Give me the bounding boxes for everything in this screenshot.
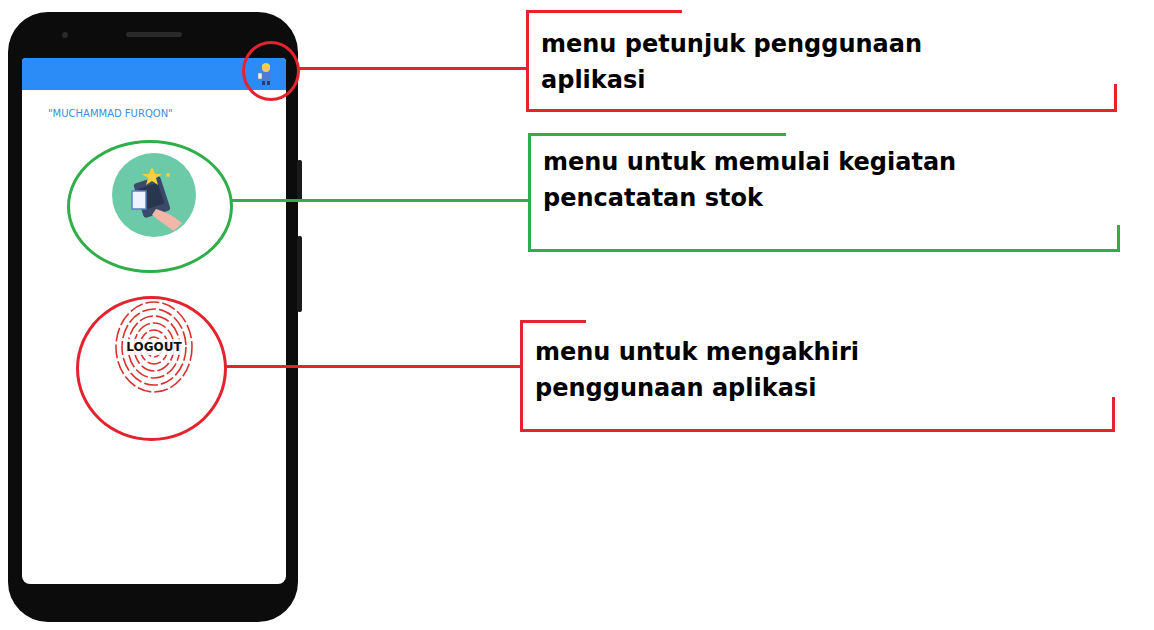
callout-text: menu untuk mengakhiri bbox=[535, 334, 1115, 370]
callout-box: menu untuk memulai kegiatanpencatatan st… bbox=[528, 133, 1120, 252]
callout-text: menu untuk memulai kegiatan bbox=[543, 144, 1120, 180]
start-stock-button[interactable] bbox=[112, 153, 196, 237]
connector-line bbox=[299, 67, 528, 70]
highlight-circle bbox=[76, 296, 227, 441]
power-button bbox=[297, 236, 302, 312]
logout-button[interactable]: LOGOUT bbox=[109, 297, 199, 397]
connector-line bbox=[232, 199, 530, 202]
callout-text: penggunaan aplikasi bbox=[535, 370, 1115, 406]
camera bbox=[62, 32, 68, 38]
phone-frame: "MUCHAMMAD FURQON" LOGOUT bbox=[8, 12, 298, 622]
phone-scan-icon bbox=[112, 153, 196, 237]
highlight-circle bbox=[242, 41, 300, 101]
callout-text: pencatatan stok bbox=[543, 180, 1120, 216]
callout-text: aplikasi bbox=[541, 62, 1117, 98]
callout-text: menu petunjuk penggunaan bbox=[541, 26, 1117, 62]
user-name: "MUCHAMMAD FURQON" bbox=[22, 90, 286, 121]
phone-screen: "MUCHAMMAD FURQON" LOGOUT bbox=[22, 58, 286, 584]
speaker bbox=[126, 32, 182, 37]
callout-end-tick bbox=[1114, 84, 1117, 109]
annotated-screenshot: "MUCHAMMAD FURQON" LOGOUT menu petunjuk pe… bbox=[0, 0, 1154, 630]
logout-label: LOGOUT bbox=[124, 339, 183, 355]
app-bar bbox=[22, 58, 286, 90]
callout-end-tick bbox=[1112, 397, 1115, 429]
callout-box: menu untuk mengakhiripenggunaan aplikasi bbox=[520, 320, 1115, 432]
callout-end-tick bbox=[1117, 225, 1120, 249]
highlight-circle bbox=[67, 140, 233, 273]
connector-line bbox=[226, 365, 522, 368]
callout-top-line bbox=[528, 133, 786, 136]
callout-top-line bbox=[520, 320, 586, 323]
help-guide-icon[interactable] bbox=[256, 62, 276, 86]
volume-button bbox=[297, 160, 302, 202]
callout-top-line bbox=[526, 10, 682, 13]
callout-box: menu petunjuk penggunaanaplikasi bbox=[526, 10, 1117, 112]
